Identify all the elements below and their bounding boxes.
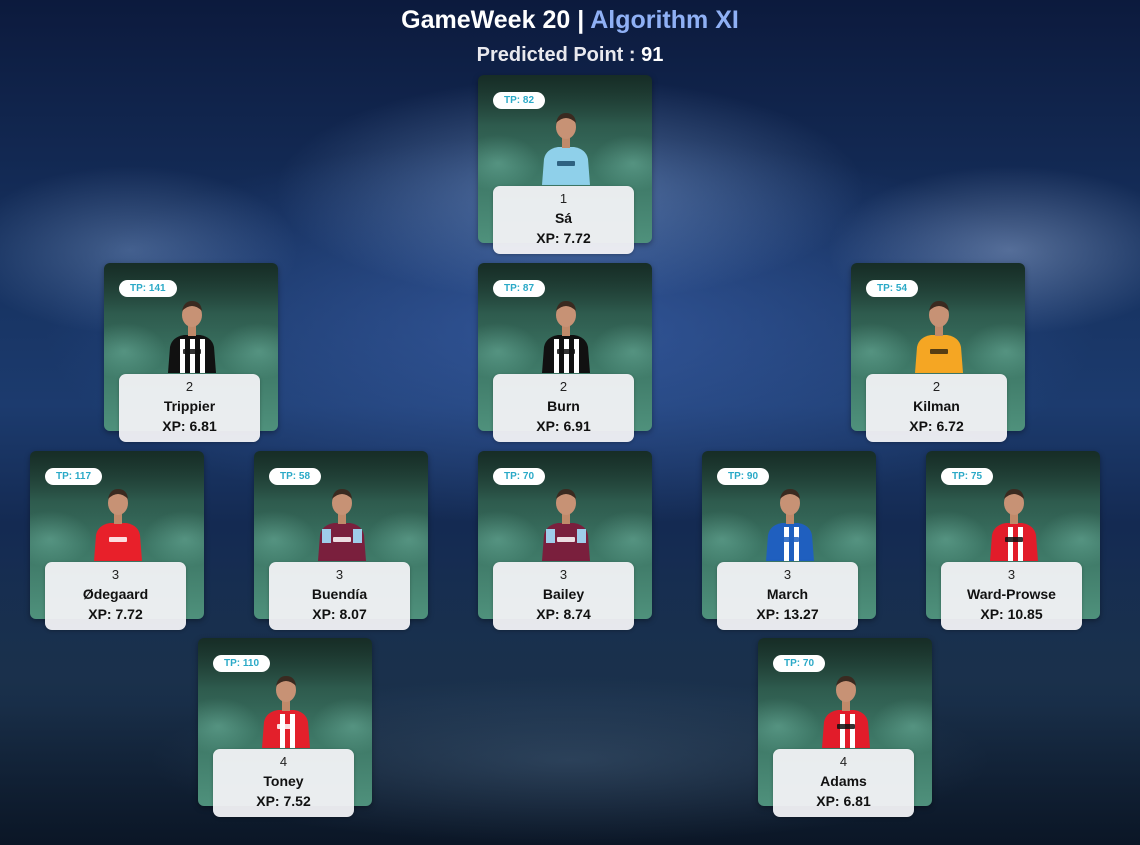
player-expected-points: XP: 7.72 <box>88 606 143 622</box>
title-gameweek: GameWeek 20 | <box>401 6 591 34</box>
player-name: Adams <box>820 773 867 789</box>
title-algorithm: Algorithm XI <box>590 6 739 34</box>
player-info: 4 Toney XP: 7.52 <box>213 749 354 817</box>
player-position: 3 <box>335 567 344 582</box>
player-photo-icon <box>538 109 594 185</box>
player-expected-points: XP: 7.52 <box>256 793 311 809</box>
player-info: 2 Kilman XP: 6.72 <box>866 374 1007 442</box>
player-photo-icon <box>818 672 874 748</box>
player-info: 4 Adams XP: 6.81 <box>773 749 914 817</box>
total-points-badge: TP: 82 <box>493 92 546 109</box>
predicted-points-label: Predicted Point : <box>476 44 642 66</box>
player-expected-points: XP: 8.07 <box>312 606 367 622</box>
player-name: Toney <box>263 773 304 789</box>
player-expected-points: XP: 8.74 <box>536 606 591 622</box>
player-info: 3 Buendía XP: 8.07 <box>269 562 410 630</box>
total-points-badge: TP: 75 <box>941 468 994 485</box>
player-info: 2 Trippier XP: 6.81 <box>119 374 260 442</box>
player-photo-icon <box>314 485 370 561</box>
total-points-badge: TP: 54 <box>866 280 919 297</box>
player-name: Bailey <box>542 586 585 602</box>
total-points-badge: TP: 117 <box>45 468 103 485</box>
player-name: March <box>766 586 809 602</box>
player-name: Ward-Prowse <box>967 586 1056 602</box>
player-card[interactable]: TP: 110 4 Toney XP: 7.52 <box>198 638 372 817</box>
player-info: 3 Bailey XP: 8.74 <box>493 562 634 630</box>
player-expected-points: XP: 13.27 <box>756 606 819 622</box>
player-position: 4 <box>839 754 848 769</box>
player-card[interactable]: TP: 87 2 Burn XP: 6.91 <box>478 263 652 442</box>
page-title: GameWeek 20 | Algorithm XI <box>0 5 1140 35</box>
total-points-badge: TP: 58 <box>269 468 322 485</box>
page-header: GameWeek 20 | Algorithm XI Predicted Poi… <box>0 5 1140 67</box>
player-card[interactable]: TP: 90 3 March XP: 13.27 <box>702 451 876 630</box>
player-name: Ødegaard <box>82 586 149 602</box>
player-expected-points: XP: 6.81 <box>816 793 871 809</box>
player-card[interactable]: TP: 117 3 Ødegaard XP: 7.72 <box>30 451 204 630</box>
player-info: 2 Burn XP: 6.91 <box>493 374 634 442</box>
total-points-badge: TP: 110 <box>213 655 271 672</box>
total-points-badge: TP: 70 <box>493 468 546 485</box>
player-position: 2 <box>559 379 568 394</box>
player-position: 2 <box>185 379 194 394</box>
player-photo-icon <box>90 485 146 561</box>
player-expected-points: XP: 6.91 <box>536 418 591 434</box>
player-name: Trippier <box>163 398 216 414</box>
player-info: 3 Ward-Prowse XP: 10.85 <box>941 562 1082 630</box>
player-position: 3 <box>111 567 120 582</box>
player-name: Kilman <box>913 398 960 414</box>
total-points-badge: TP: 70 <box>773 655 826 672</box>
player-card[interactable]: TP: 141 2 Trippier XP: 6.81 <box>104 263 278 442</box>
player-name: Sá <box>554 210 573 226</box>
player-name: Buendía <box>311 586 368 602</box>
player-photo-icon <box>762 485 818 561</box>
player-expected-points: XP: 6.72 <box>909 418 964 434</box>
player-card[interactable]: TP: 70 4 Adams XP: 6.81 <box>758 638 932 817</box>
player-photo-icon <box>538 297 594 373</box>
player-position: 3 <box>1007 567 1016 582</box>
player-photo-icon <box>164 297 220 373</box>
player-position: 4 <box>279 754 288 769</box>
player-info: 3 Ødegaard XP: 7.72 <box>45 562 186 630</box>
player-expected-points: XP: 7.72 <box>536 230 591 246</box>
player-photo-icon <box>258 672 314 748</box>
player-photo-icon <box>538 485 594 561</box>
total-points-badge: TP: 87 <box>493 280 546 297</box>
player-expected-points: XP: 6.81 <box>162 418 217 434</box>
player-info: 1 Sá XP: 7.72 <box>493 186 634 254</box>
total-points-badge: TP: 90 <box>717 468 770 485</box>
player-card[interactable]: TP: 70 3 Bailey XP: 8.74 <box>478 451 652 630</box>
predicted-points-value: 91 <box>641 44 664 66</box>
player-position: 2 <box>932 379 941 394</box>
player-position: 3 <box>559 567 568 582</box>
player-card[interactable]: TP: 58 3 Buendía XP: 8.07 <box>254 451 428 630</box>
player-position: 3 <box>783 567 792 582</box>
predicted-points: Predicted Point : 91 <box>0 43 1140 67</box>
player-photo-icon <box>911 297 967 373</box>
total-points-badge: TP: 141 <box>119 280 177 297</box>
player-card[interactable]: TP: 54 2 Kilman XP: 6.72 <box>851 263 1025 442</box>
player-expected-points: XP: 10.85 <box>980 606 1043 622</box>
player-card[interactable]: TP: 75 3 Ward-Prowse XP: 10.85 <box>926 451 1100 630</box>
player-position: 1 <box>559 191 568 206</box>
player-photo-icon <box>986 485 1042 561</box>
player-name: Burn <box>547 398 580 414</box>
player-card[interactable]: TP: 82 1 Sá XP: 7.72 <box>478 75 652 254</box>
player-info: 3 March XP: 13.27 <box>717 562 858 630</box>
